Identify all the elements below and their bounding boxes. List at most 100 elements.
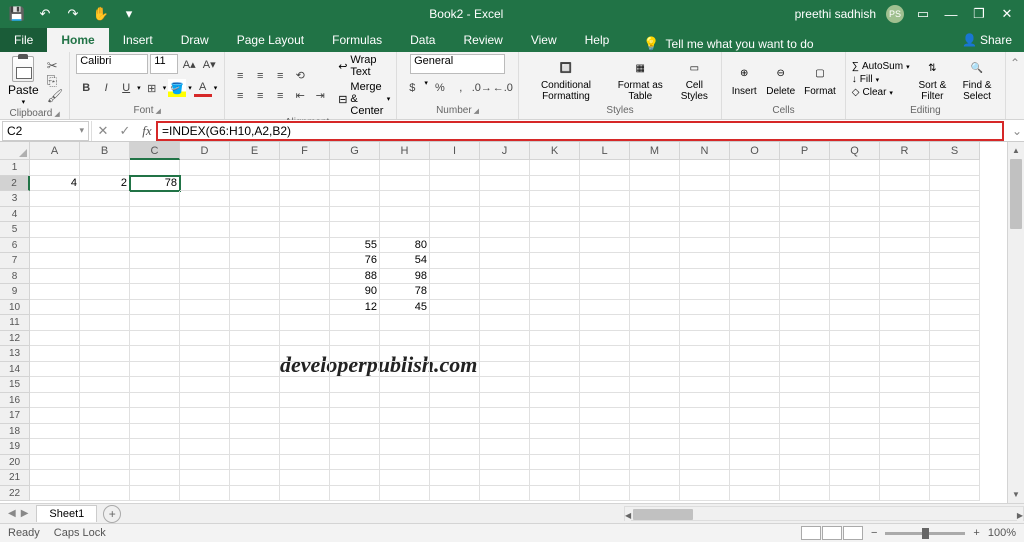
cell-B7[interactable] <box>80 253 130 269</box>
cell-P5[interactable] <box>780 222 830 238</box>
cell-H14[interactable] <box>380 362 430 378</box>
cell-O10[interactable] <box>730 300 780 316</box>
font-color-icon[interactable]: A <box>194 79 212 97</box>
cell-C19[interactable] <box>130 439 180 455</box>
cell-F7[interactable] <box>280 253 330 269</box>
cell-O12[interactable] <box>730 331 780 347</box>
cell-P1[interactable] <box>780 160 830 176</box>
cell-Q7[interactable] <box>830 253 880 269</box>
row-header-14[interactable]: 14 <box>0 362 30 378</box>
cell-G20[interactable] <box>330 455 380 471</box>
cell-D5[interactable] <box>180 222 230 238</box>
cell-F16[interactable] <box>280 393 330 409</box>
row-header-3[interactable]: 3 <box>0 191 30 207</box>
cell-G16[interactable] <box>330 393 380 409</box>
cell-P12[interactable] <box>780 331 830 347</box>
collapse-ribbon-icon[interactable]: ⌃ <box>1010 56 1020 70</box>
cell-C14[interactable] <box>130 362 180 378</box>
name-box[interactable]: C2 <box>2 121 89 141</box>
formula-input[interactable]: =INDEX(G6:H10,A2,B2) <box>156 121 1004 141</box>
cell-C4[interactable] <box>130 207 180 223</box>
cell-J3[interactable] <box>480 191 530 207</box>
cell-L22[interactable] <box>580 486 630 502</box>
cell-O15[interactable] <box>730 377 780 393</box>
row-header-18[interactable]: 18 <box>0 424 30 440</box>
cell-P6[interactable] <box>780 238 830 254</box>
row-header-10[interactable]: 10 <box>0 300 30 316</box>
page-break-view-icon[interactable] <box>843 526 863 540</box>
row-header-17[interactable]: 17 <box>0 408 30 424</box>
cell-O2[interactable] <box>730 176 780 192</box>
cell-M8[interactable] <box>630 269 680 285</box>
cell-P11[interactable] <box>780 315 830 331</box>
maximize-icon[interactable]: ❐ <box>970 5 988 23</box>
cell-I19[interactable] <box>430 439 480 455</box>
row-header-20[interactable]: 20 <box>0 455 30 471</box>
cell-J18[interactable] <box>480 424 530 440</box>
cell-P22[interactable] <box>780 486 830 502</box>
cell-C7[interactable] <box>130 253 180 269</box>
shrink-font-icon[interactable]: A▾ <box>200 55 218 73</box>
cell-E5[interactable] <box>230 222 280 238</box>
cell-R22[interactable] <box>880 486 930 502</box>
cell-M1[interactable] <box>630 160 680 176</box>
cell-J11[interactable] <box>480 315 530 331</box>
cell-M22[interactable] <box>630 486 680 502</box>
cell-R13[interactable] <box>880 346 930 362</box>
cell-K9[interactable] <box>530 284 580 300</box>
cell-H19[interactable] <box>380 439 430 455</box>
italic-button[interactable]: I <box>97 79 115 97</box>
cell-L2[interactable] <box>580 176 630 192</box>
cell-C12[interactable] <box>130 331 180 347</box>
cell-R3[interactable] <box>880 191 930 207</box>
cell-M18[interactable] <box>630 424 680 440</box>
cell-N20[interactable] <box>680 455 730 471</box>
redo-icon[interactable]: ↷ <box>64 5 82 23</box>
format-painter-icon[interactable]: 🖌 <box>47 89 64 103</box>
cell-A10[interactable] <box>30 300 80 316</box>
cell-M15[interactable] <box>630 377 680 393</box>
cancel-formula-icon[interactable]: ✕ <box>92 123 114 139</box>
cell-D12[interactable] <box>180 331 230 347</box>
cell-G13[interactable] <box>330 346 380 362</box>
cell-S12[interactable] <box>930 331 980 347</box>
align-middle-icon[interactable]: ≡ <box>251 67 269 85</box>
number-format-select[interactable]: General <box>410 54 505 74</box>
cell-K1[interactable] <box>530 160 580 176</box>
normal-view-icon[interactable] <box>801 526 821 540</box>
cell-N1[interactable] <box>680 160 730 176</box>
cell-S8[interactable] <box>930 269 980 285</box>
cell-F15[interactable] <box>280 377 330 393</box>
zoom-out-icon[interactable]: − <box>871 527 877 539</box>
cell-F14[interactable] <box>280 362 330 378</box>
cell-F10[interactable] <box>280 300 330 316</box>
cell-H6[interactable]: 80 <box>380 238 430 254</box>
touch-mode-icon[interactable]: ✋ <box>92 5 110 23</box>
cell-M14[interactable] <box>630 362 680 378</box>
cell-E10[interactable] <box>230 300 280 316</box>
cell-N10[interactable] <box>680 300 730 316</box>
cell-F5[interactable] <box>280 222 330 238</box>
row-header-1[interactable]: 1 <box>0 160 30 176</box>
cell-A19[interactable] <box>30 439 80 455</box>
cell-Q15[interactable] <box>830 377 880 393</box>
col-header-O[interactable]: O <box>730 142 780 160</box>
minimize-icon[interactable]: — <box>942 5 960 23</box>
cell-D21[interactable] <box>180 470 230 486</box>
cell-Q14[interactable] <box>830 362 880 378</box>
cell-L10[interactable] <box>580 300 630 316</box>
scroll-up-icon[interactable]: ▲ <box>1008 142 1024 159</box>
cell-Q3[interactable] <box>830 191 880 207</box>
cell-F21[interactable] <box>280 470 330 486</box>
cell-R4[interactable] <box>880 207 930 223</box>
cell-B20[interactable] <box>80 455 130 471</box>
cell-K21[interactable] <box>530 470 580 486</box>
cell-R21[interactable] <box>880 470 930 486</box>
cell-K2[interactable] <box>530 176 580 192</box>
cell-F6[interactable] <box>280 238 330 254</box>
cell-K15[interactable] <box>530 377 580 393</box>
cell-K8[interactable] <box>530 269 580 285</box>
align-top-icon[interactable]: ≡ <box>231 67 249 85</box>
cell-L16[interactable] <box>580 393 630 409</box>
cell-P4[interactable] <box>780 207 830 223</box>
